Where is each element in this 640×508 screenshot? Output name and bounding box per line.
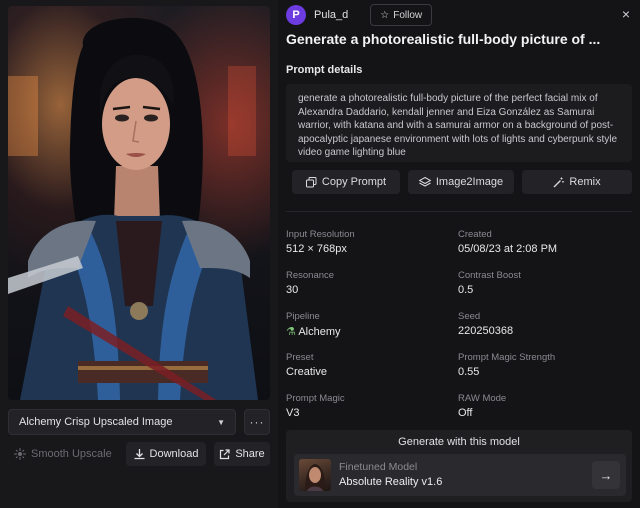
copy-icon	[305, 176, 317, 187]
model-thumbnail-illustration	[305, 464, 326, 491]
copy-prompt-button[interactable]: Copy Prompt	[292, 170, 400, 194]
detail-label: RAW Mode	[458, 393, 507, 404]
detail-input-resolution: Input Resolution 512 × 768px	[286, 229, 355, 255]
share-icon	[220, 448, 230, 459]
flask-icon: ⚗	[286, 326, 296, 338]
model-card[interactable]: Finetuned Model Absolute Reality v1.6 →	[294, 454, 626, 496]
generated-image[interactable]	[8, 6, 270, 400]
generate-with-model-panel: Generate with this model Finetuned Model…	[286, 430, 632, 502]
detail-label: Prompt Magic	[286, 393, 345, 404]
detail-contrast-boost: Contrast Boost 0.5	[458, 270, 521, 296]
detail-value: 30	[286, 284, 299, 296]
remix-label: Remix	[569, 176, 601, 188]
model-thumbnail	[299, 459, 331, 491]
username[interactable]: Pula_d	[314, 9, 348, 21]
more-options-button[interactable]: ···	[244, 409, 270, 435]
remix-button[interactable]: Remix	[522, 170, 632, 194]
user-row: P Pula_d ☆ Follow	[286, 4, 433, 26]
detail-value: 0.5	[458, 284, 474, 296]
detail-value: 220250368	[458, 325, 514, 337]
image-panel: Alchemy Crisp Upscaled Image ▼ ··· Smoot…	[0, 0, 278, 508]
generate-with-model-heading: Generate with this model	[398, 436, 520, 448]
prompt-box: generate a photorealistic full-body pict…	[286, 84, 632, 162]
avatar[interactable]: P	[286, 5, 306, 25]
details-panel: P Pula_d ☆ Follow × Generate a photoreal…	[278, 0, 640, 508]
detail-prompt-magic-strength: Prompt Magic Strength 0.55	[458, 352, 555, 378]
sparkle-icon	[14, 448, 26, 460]
layers-icon	[418, 176, 431, 187]
detail-value: V3	[286, 407, 300, 419]
share-label: Share	[235, 448, 265, 460]
magic-wand-icon	[553, 177, 565, 187]
detail-value: 512 × 768px	[286, 243, 347, 255]
detail-preset: Preset Creative	[286, 352, 327, 378]
image-variant-select[interactable]: Alchemy Crisp Upscaled Image ▼	[8, 409, 236, 435]
copy-prompt-label: Copy Prompt	[321, 176, 387, 188]
detail-value: 0.55	[458, 366, 480, 378]
detail-value: Off	[458, 407, 473, 419]
more-options-icon: ···	[249, 415, 265, 429]
detail-raw-mode: RAW Mode Off	[458, 393, 506, 419]
image-variant-select-value: Alchemy Crisp Upscaled Image	[19, 416, 173, 428]
detail-label: Created	[458, 229, 492, 240]
detail-label: Input Resolution	[286, 229, 355, 240]
chevron-down-icon: ▼	[217, 417, 225, 427]
detail-label: Preset	[286, 352, 314, 363]
divider	[286, 211, 632, 212]
detail-label: Prompt Magic Strength	[458, 352, 556, 363]
detail-label: Resonance	[286, 270, 335, 281]
detail-value: ⚗ Alchemy	[286, 325, 341, 338]
prompt-details-heading: Prompt details	[286, 64, 363, 76]
detail-label: Seed	[458, 311, 481, 322]
image2image-button[interactable]: Image2Image	[408, 170, 514, 194]
detail-label: Contrast Boost	[458, 270, 521, 281]
detail-pipeline: Pipeline ⚗ Alchemy	[286, 311, 341, 338]
smooth-upscale-label: Smooth Upscale	[31, 448, 112, 460]
star-icon: ☆	[380, 9, 390, 21]
detail-label: Pipeline	[286, 311, 320, 322]
follow-label: Follow	[393, 9, 423, 21]
pipeline-value: Alchemy	[298, 326, 341, 338]
detail-seed: Seed 220250368	[458, 311, 513, 337]
prompt-text: generate a photorealistic full-body pict…	[298, 93, 618, 158]
model-name: Absolute Reality v1.6	[339, 476, 443, 488]
detail-created: Created 05/08/23 at 2:08 PM	[458, 229, 557, 255]
download-label: Download	[149, 448, 199, 460]
close-icon[interactable]: ×	[622, 6, 630, 22]
detail-value: Creative	[286, 366, 327, 378]
download-button[interactable]: Download	[126, 442, 206, 466]
smooth-upscale-button[interactable]: Smooth Upscale	[14, 442, 112, 466]
model-type: Finetuned Model	[339, 461, 418, 473]
image2image-label: Image2Image	[435, 176, 504, 188]
share-button[interactable]: Share	[214, 442, 270, 466]
download-icon	[134, 448, 145, 459]
arrow-right-icon[interactable]: →	[592, 461, 620, 489]
detail-value: 05/08/23 at 2:08 PM	[458, 243, 558, 255]
follow-button[interactable]: ☆ Follow	[370, 4, 433, 26]
detail-prompt-magic: Prompt Magic V3	[286, 393, 345, 419]
page-title: Generate a photorealistic full-body pict…	[286, 31, 601, 47]
detail-resonance: Resonance 30	[286, 270, 334, 296]
samurai-portrait-illustration	[8, 17, 258, 400]
